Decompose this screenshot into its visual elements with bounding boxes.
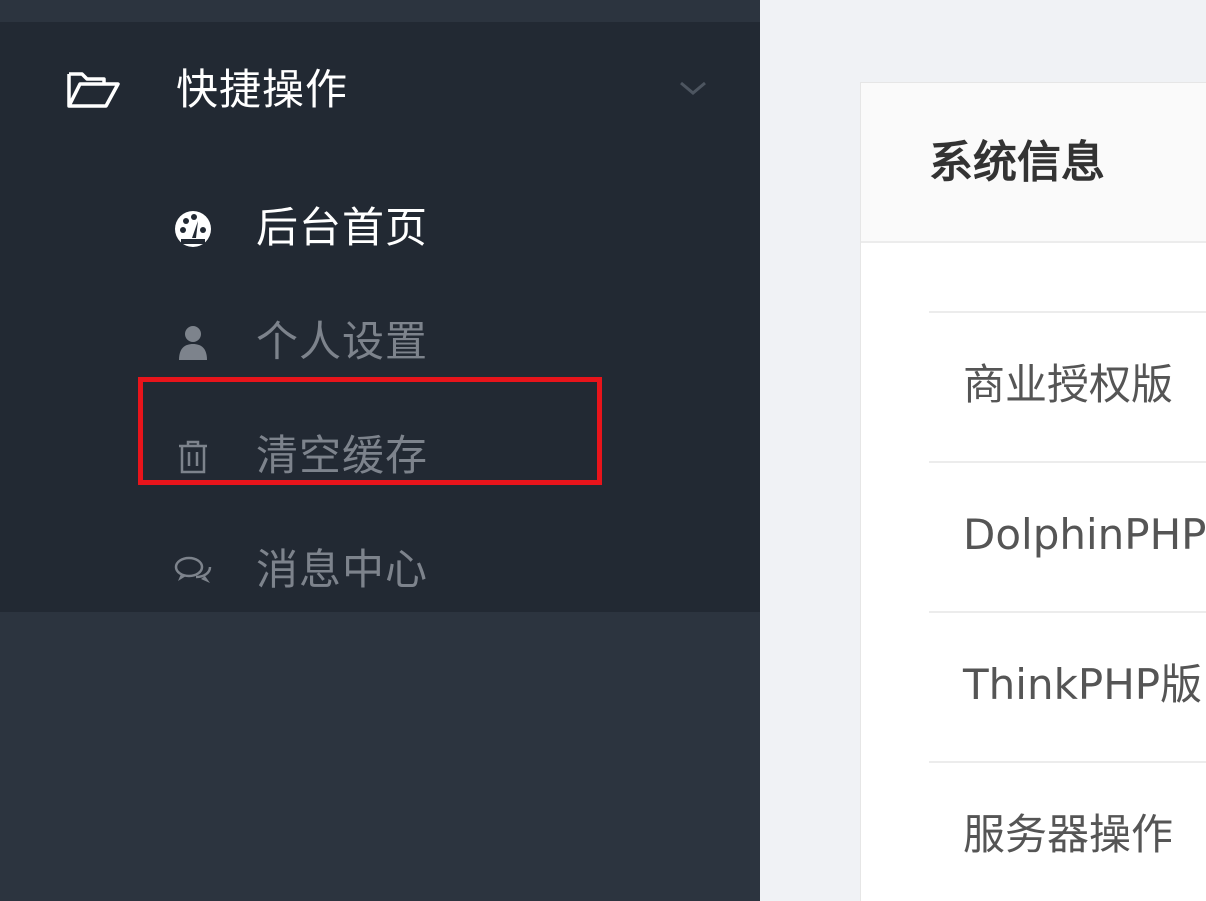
- sidebar-item-label: 消息中心: [256, 545, 429, 594]
- table-cell-label: DolphinPHP: [963, 510, 1206, 559]
- table-row: ThinkPHP版: [929, 611, 1206, 761]
- sidebar-item-message-center[interactable]: 消息中心: [0, 514, 760, 628]
- sidebar-menu: 快捷操作 后台首页 个人设置 清空缓存 消息中心: [0, 22, 760, 612]
- menu-group-quick-actions[interactable]: 快捷操作: [0, 22, 760, 154]
- folder-open-icon: [66, 70, 122, 110]
- table-row: DolphinPHP: [929, 461, 1206, 611]
- table-row: 商业授权版: [929, 311, 1206, 461]
- user-icon: [172, 322, 214, 364]
- admin-page: 快捷操作 后台首页 个人设置 清空缓存 消息中心 系统信息 商业授权版 Dolp…: [0, 0, 1206, 901]
- dashboard-icon: [172, 208, 214, 250]
- chevron-down-icon[interactable]: [678, 78, 708, 98]
- sidebar-top-strip: [0, 0, 760, 22]
- table-row: 服务器操作: [929, 761, 1206, 901]
- trash-icon: [172, 436, 214, 478]
- sidebar-item-clear-cache[interactable]: 清空缓存: [0, 400, 760, 514]
- card-title: 系统信息: [929, 137, 1105, 188]
- table-cell-label: ThinkPHP版: [963, 660, 1203, 709]
- system-info-card: 系统信息 商业授权版 DolphinPHP ThinkPHP版 服务器操作: [860, 82, 1206, 901]
- table-cell-label: 商业授权版: [963, 360, 1174, 409]
- table-cell-label: 服务器操作: [963, 810, 1174, 859]
- menu-group-label: 快捷操作: [176, 65, 349, 114]
- sidebar-item-dashboard[interactable]: 后台首页: [0, 172, 760, 286]
- sidebar-item-profile-settings[interactable]: 个人设置: [0, 286, 760, 400]
- sidebar: 快捷操作 后台首页 个人设置 清空缓存 消息中心: [0, 0, 760, 901]
- comments-icon: [172, 550, 214, 592]
- sidebar-item-label: 个人设置: [256, 317, 429, 366]
- sidebar-item-label: 清空缓存: [256, 431, 429, 480]
- info-table: 商业授权版 DolphinPHP ThinkPHP版 服务器操作: [929, 311, 1206, 901]
- sidebar-item-label: 后台首页: [256, 203, 429, 252]
- card-header: 系统信息: [861, 83, 1206, 243]
